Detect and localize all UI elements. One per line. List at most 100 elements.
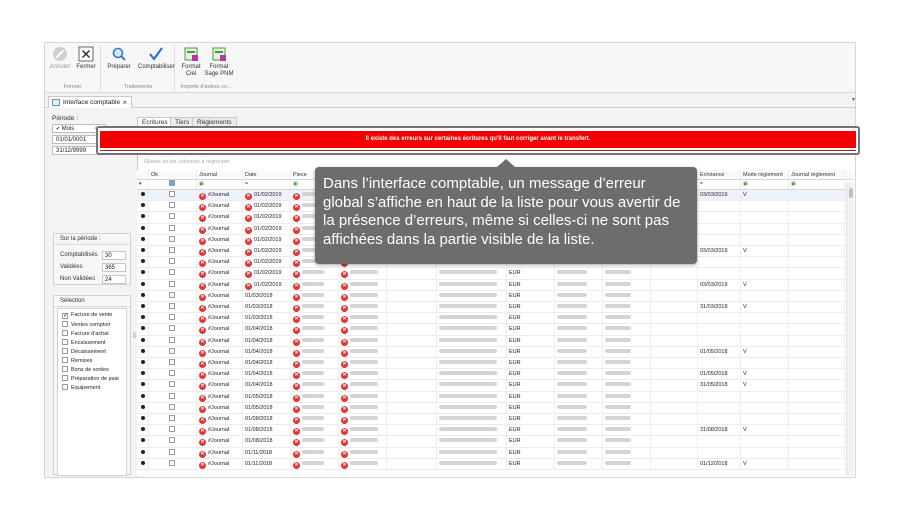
checkbox-icon[interactable] xyxy=(169,202,175,209)
selection-item-facture-vente[interactable]: ✓ Facture de vente xyxy=(62,312,112,319)
selection-item-facture-achat[interactable]: Facture d'achat xyxy=(62,330,109,338)
row-indicator[interactable] xyxy=(137,391,149,402)
table-row[interactable]: ✕ #Journal 01/04/2018 ✕ ✕ EUR 01/05/2018 V xyxy=(137,369,854,381)
tab-list-chevron-icon[interactable]: ▾ xyxy=(852,96,855,103)
ok-cell[interactable] xyxy=(149,402,197,413)
row-indicator[interactable] xyxy=(137,414,149,425)
row-indicator[interactable] xyxy=(137,201,149,212)
checkbox-icon[interactable] xyxy=(169,415,175,421)
ok-cell[interactable] xyxy=(149,380,197,391)
checkbox-icon[interactable] xyxy=(169,269,175,276)
selection-item-bons-sorties[interactable]: Bons de sorties xyxy=(62,366,109,374)
checkbox-icon[interactable] xyxy=(62,339,68,345)
table-row[interactable]: ✕ #Journal 01/04/2018 ✕ ✕ EUR 01/05/2018 V xyxy=(137,346,854,358)
checkbox-icon[interactable] xyxy=(62,348,68,354)
table-row[interactable]: ✕#Journal✕01/02/2019✕✕EUR xyxy=(137,268,854,280)
checkbox-icon[interactable] xyxy=(169,314,175,321)
filter-date[interactable]: = xyxy=(243,180,291,189)
checkbox-icon[interactable] xyxy=(169,359,175,365)
table-row[interactable]: ✕ #Journal 01/05/2018 ✕ ✕ EUR xyxy=(137,391,854,403)
checkbox-icon[interactable] xyxy=(62,330,68,336)
checkbox-icon[interactable] xyxy=(169,392,175,399)
column-header-mode-reglement[interactable]: Mode règlement xyxy=(741,170,789,179)
row-indicator[interactable] xyxy=(137,369,149,380)
checkbox-icon[interactable] xyxy=(62,384,68,390)
ok-cell[interactable] xyxy=(149,447,197,458)
checkbox-icon[interactable] xyxy=(169,426,175,433)
ok-cell[interactable] xyxy=(149,212,197,223)
column-header-ok[interactable]: Ok xyxy=(149,170,197,179)
format-sage-button[interactable]: Format Sage PNM xyxy=(204,46,234,78)
checkbox-icon[interactable] xyxy=(169,191,175,197)
row-indicator[interactable] xyxy=(137,447,149,458)
table-row[interactable]: ✕ #Journal ✕ 01/02/2019 ✕ ✕ EUR 03/03/2019 V xyxy=(137,279,854,291)
checkbox-icon[interactable] xyxy=(169,437,175,444)
table-row[interactable]: ✕ #Journal 01/03/2018 ✕ ✕ EUR xyxy=(137,290,854,302)
table-row[interactable]: ✕ #Journal 01/04/2018 ✕ ✕ EUR 31/05/2018 V xyxy=(137,380,854,392)
ok-cell[interactable] xyxy=(149,369,197,380)
selection-item-preparation-paie[interactable]: Préparation de paie xyxy=(62,375,119,383)
checkbox-icon[interactable] xyxy=(169,347,175,354)
checkbox-icon[interactable] xyxy=(169,370,175,377)
filter-mode[interactable]: ▣ xyxy=(741,180,789,189)
column-header-echeance[interactable]: Echéance xyxy=(698,170,741,179)
ok-cell[interactable] xyxy=(149,414,197,425)
table-row[interactable]: ✕ #Journal 01/03/2018 ✕ ✕ EUR xyxy=(137,313,854,325)
row-indicator[interactable] xyxy=(137,346,149,357)
selection-item-equipement[interactable]: Equipement xyxy=(62,384,100,392)
row-indicator[interactable] xyxy=(137,257,149,268)
checkbox-icon[interactable] xyxy=(169,403,175,410)
format-ciel-button[interactable]: Format Ciel xyxy=(176,46,206,78)
group-by-hint[interactable]: Glisser ici les colonnes à regrouper xyxy=(144,159,230,165)
table-row[interactable]: ✕ #Journal 01/03/2018 ✕ ✕ EUR 31/03/2018 V xyxy=(137,302,854,314)
table-row[interactable]: ✕ #Journal 01/04/2018 ✕ ✕ EUR xyxy=(137,358,854,370)
checkbox-icon[interactable] xyxy=(169,247,175,253)
panel-splitter-handle[interactable]: ‖ xyxy=(133,333,136,345)
ok-cell[interactable] xyxy=(149,436,197,447)
row-indicator[interactable] xyxy=(137,190,149,201)
checkbox-icon[interactable] xyxy=(62,357,68,363)
scrollbar-thumb[interactable] xyxy=(849,188,853,198)
checkbox-icon[interactable] xyxy=(62,366,68,372)
checkbox-icon[interactable] xyxy=(169,258,175,265)
checkbox-checked-icon[interactable]: ✓ xyxy=(62,313,68,319)
column-header-journal-reglement[interactable]: Journal règlement xyxy=(789,170,845,179)
checkbox-icon[interactable] xyxy=(62,375,68,381)
checkbox-icon[interactable] xyxy=(169,448,175,455)
filter-journal[interactable]: ▣ xyxy=(197,180,243,189)
row-indicator[interactable] xyxy=(137,223,149,234)
ok-cell[interactable] xyxy=(149,324,197,335)
ok-cell[interactable] xyxy=(149,246,197,257)
row-indicator[interactable] xyxy=(137,268,149,279)
selection-item-ventes-comptoir[interactable]: Ventes comptoir xyxy=(62,321,110,329)
filter-journal-reglement[interactable]: ▣ xyxy=(789,180,845,189)
row-indicator[interactable] xyxy=(137,335,149,346)
row-indicator[interactable] xyxy=(137,234,149,245)
ok-cell[interactable] xyxy=(149,234,197,245)
table-row[interactable]: ✕ #Journal 01/05/2018 ✕ ✕ EUR xyxy=(137,402,854,414)
ok-cell[interactable] xyxy=(149,223,197,234)
selection-item-remises[interactable]: Remises xyxy=(62,357,92,365)
table-row[interactable]: ✕ #Journal 01/08/2018 ✕ ✕ EUR xyxy=(137,436,854,448)
selection-item-encaissement[interactable]: Encaissement xyxy=(62,339,106,347)
row-indicator[interactable] xyxy=(137,436,149,447)
selection-item-decaissement[interactable]: Décaissement xyxy=(62,348,106,356)
checkbox-icon[interactable] xyxy=(169,459,175,466)
checkbox-icon[interactable] xyxy=(169,291,175,298)
checkbox-icon[interactable] xyxy=(169,336,175,343)
checkbox-icon[interactable] xyxy=(169,280,175,287)
row-indicator[interactable] xyxy=(137,358,149,369)
filter-ok[interactable] xyxy=(149,180,197,189)
document-tab-interface-comptable[interactable]: Interface comptable × xyxy=(48,96,132,108)
ok-cell[interactable] xyxy=(149,302,197,313)
column-header-journal[interactable]: Journal xyxy=(197,170,243,179)
filter-icon[interactable]: ▾ xyxy=(137,180,149,189)
ok-cell[interactable] xyxy=(149,201,197,212)
document-tab-close-icon[interactable]: × xyxy=(122,97,127,108)
checkbox-icon[interactable] xyxy=(169,381,175,388)
table-row[interactable]: ✕ #Journal 01/04/2018 ✕ ✕ EUR xyxy=(137,335,854,347)
table-row[interactable]: ✕ #Journal 01/11/2018 ✕ ✕ EUR 01/12/2018 V xyxy=(137,458,854,470)
checkbox-icon[interactable] xyxy=(169,235,175,242)
checkbox-icon[interactable] xyxy=(169,303,175,309)
table-row[interactable]: ✕ #Journal 01/08/2018 ✕ ✕ EUR xyxy=(137,414,854,426)
